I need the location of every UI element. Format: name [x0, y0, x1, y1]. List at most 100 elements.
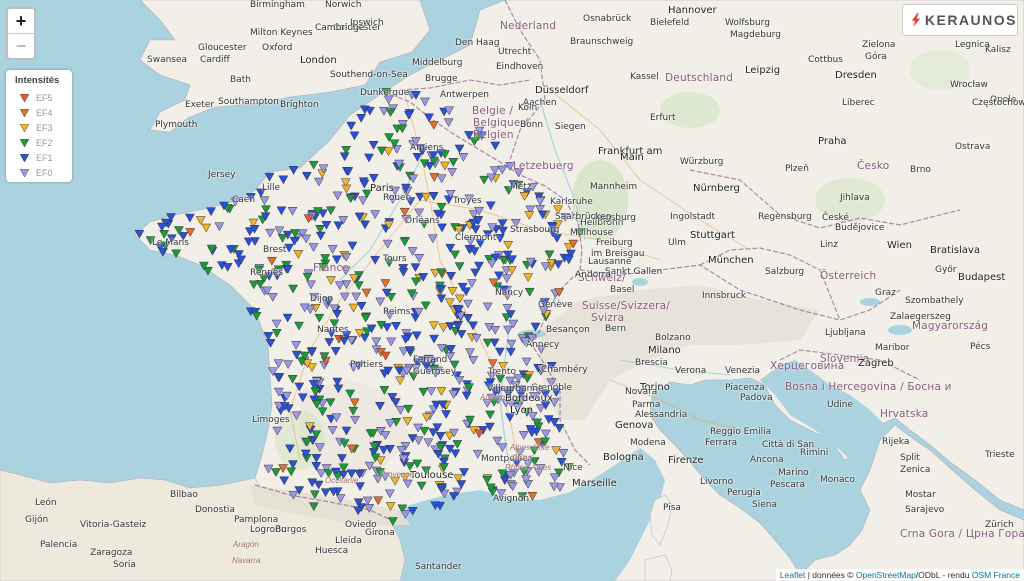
place-label: Vitoria-Gasteiz [80, 520, 147, 530]
place-label: Karlsruhe [550, 197, 593, 207]
triangle-marker-icon [20, 123, 29, 132]
place-label: Kassel [630, 72, 659, 82]
place-label: Troyes [453, 196, 482, 206]
legend-item-ef0: EF0 [6, 165, 72, 180]
country-label: Bosna i Hercegovina / Босна и [785, 381, 952, 393]
keraunos-logo[interactable]: KERAUNOS [902, 4, 1018, 36]
place-label: Zenica [900, 465, 931, 475]
place-label: Reggio Emilia [710, 427, 772, 437]
place-label: Le Mans [152, 238, 189, 248]
place-label: Siena [752, 500, 777, 510]
country-label: Belgie / [472, 105, 514, 117]
place-label: Graz [875, 288, 896, 298]
legend-item-label: EF3 [36, 122, 53, 133]
triangle-marker-icon [20, 108, 29, 117]
place-label: Toulouse [410, 470, 454, 481]
place-label: Erfurt [650, 113, 676, 123]
place-label: Jihlava [840, 193, 870, 203]
place-label: Ingolstadt [670, 212, 716, 222]
place-label: Bratislava [930, 245, 980, 256]
place-label: Avignon [493, 494, 530, 504]
place-label: Cardiff [200, 55, 230, 65]
place-label: Poitiers [350, 360, 384, 370]
place-label: Alessandria [635, 410, 688, 420]
place-label: Genova [615, 420, 654, 431]
logo-text: KERAUNOS [924, 12, 1017, 28]
place-label: Siegen [555, 122, 586, 132]
place-label: Livorno [700, 477, 734, 487]
place-label: Würzburg [680, 157, 724, 167]
place-label: Besançon [546, 325, 590, 335]
place-label: Bologna [603, 452, 644, 463]
zoom-control: + − [6, 7, 36, 60]
legend-item-label: EF1 [36, 152, 53, 163]
place-label: Leipzig [745, 65, 781, 76]
place-label: Lille [262, 183, 281, 193]
region-label: Provence- [380, 470, 417, 479]
zoom-out-button[interactable]: − [8, 33, 34, 58]
place-label: Dunkerque [360, 88, 410, 98]
place-label: Zielona [862, 40, 896, 50]
place-label: Norwich [325, 0, 362, 10]
place-label: Milton Keynes [250, 28, 313, 38]
place-label: Palencia [40, 540, 78, 550]
place-label: Firenze [668, 455, 704, 466]
country-label: Deutschland [665, 72, 734, 84]
place-label: Middelburg [412, 58, 463, 68]
place-label: Trieste [985, 450, 1015, 460]
place-label: Pécs [970, 342, 991, 352]
place-label: Plzeň [785, 164, 809, 174]
place-label: Gloucester [198, 43, 247, 53]
country-label: Letzebuerg [513, 160, 574, 172]
region-label: Alpes-Côte [510, 443, 550, 452]
place-label: Köln [518, 103, 538, 113]
legend-item-ef5: EF5 [6, 90, 72, 105]
place-label: Marseille [572, 478, 617, 489]
place-label: České [822, 213, 849, 223]
place-label: Saarbrücken [555, 212, 612, 222]
place-label: Wien [887, 240, 912, 251]
place-label: Exeter [185, 100, 215, 110]
place-label: Cottbus [808, 55, 843, 65]
place-label: Southampton [218, 97, 279, 107]
place-label: Caen [232, 195, 256, 205]
place-label: Modena [630, 438, 666, 448]
place-label: Andorra [575, 270, 611, 280]
place-label: Nürnberg [693, 183, 740, 194]
place-label: Nice [563, 463, 583, 473]
place-label: Birmingham [250, 0, 305, 10]
place-label: Magdeburg [730, 30, 781, 40]
openstreetmap-link[interactable]: OpenStreetMap [856, 570, 916, 580]
place-label: Hannover [668, 5, 717, 16]
place-label: Oxford [262, 43, 293, 53]
place-label: Tours [383, 254, 407, 264]
place-label: Bonn [520, 120, 544, 130]
osm-france-link[interactable]: OSM France [972, 570, 1020, 580]
legend-item-ef4: EF4 [6, 105, 72, 120]
place-label: Venezia [725, 366, 760, 376]
place-label: Eindhoven [496, 62, 544, 72]
place-label: Donostia [195, 505, 235, 515]
place-label: Zaragoza [90, 548, 133, 558]
place-label: Mannheim [590, 182, 638, 192]
place-label: Bern [605, 324, 626, 334]
zoom-in-button[interactable]: + [8, 9, 34, 33]
place-label: Liberec [842, 98, 875, 108]
place-label: Oviedo [345, 520, 377, 530]
map-canvas[interactable]: Cardiff London Bath Oxford Swansea Gloucester… [0, 0, 1024, 581]
place-label: Ostrava [955, 142, 991, 152]
place-label: Zürich [985, 520, 1014, 530]
country-label: Belgien [473, 129, 514, 141]
country-label: Hrvatska [880, 408, 929, 420]
place-label: Monaco [820, 475, 855, 485]
place-label: Perugia [727, 488, 761, 498]
leaflet-link[interactable]: Leaflet [780, 570, 806, 580]
place-label: Guernsey [413, 367, 457, 377]
place-label: London [300, 55, 337, 66]
place-label: Mostar [905, 490, 936, 500]
place-label: Piacenza [725, 383, 765, 393]
country-label: Nederland [500, 20, 557, 32]
place-label: Nantes [317, 325, 349, 335]
place-label: Ferrand [413, 355, 448, 365]
place-label: Santander [415, 562, 462, 572]
